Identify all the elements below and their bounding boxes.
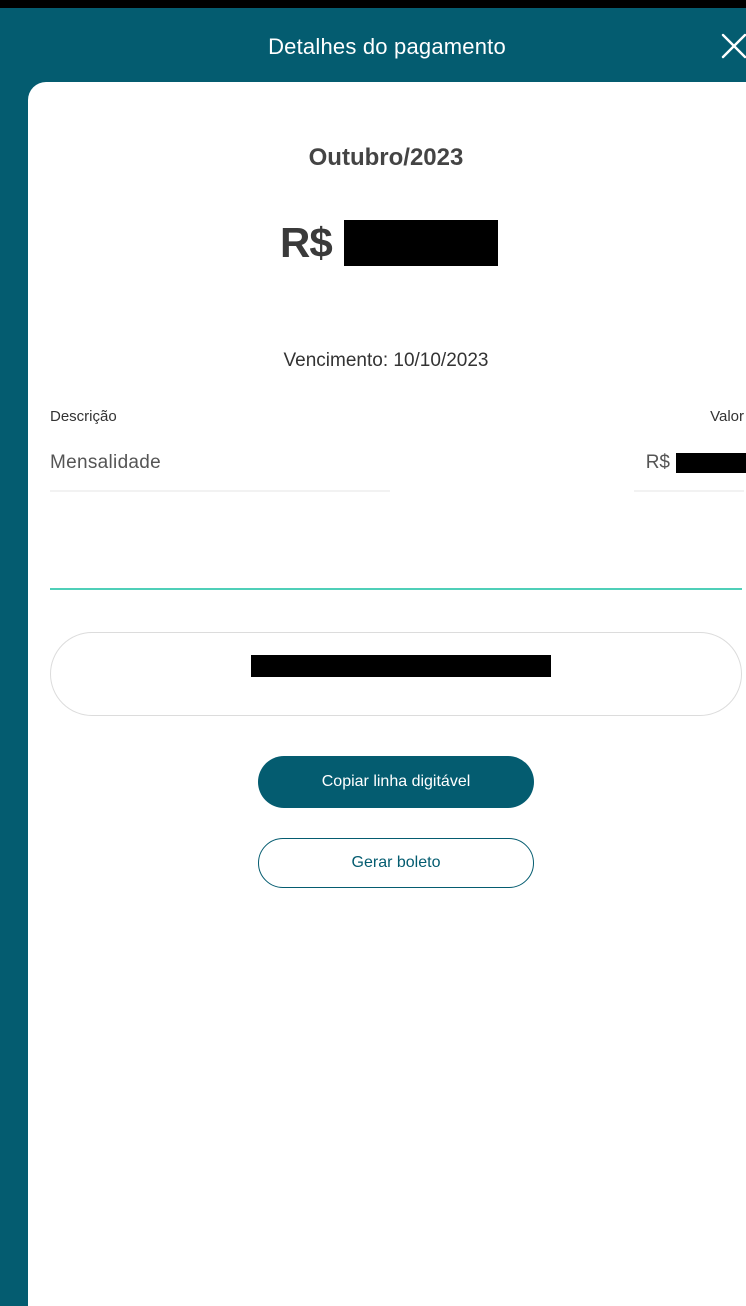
- modal-header: Detalhes do pagamento: [28, 18, 746, 82]
- close-button[interactable]: [716, 28, 746, 64]
- reference-month: Outubro/2023: [308, 144, 464, 171]
- redacted-row-amount: [676, 453, 746, 473]
- app-frame: Detalhes do pagamento Outubro/2023 R$ Ve…: [0, 8, 746, 1306]
- column-header-value: Valor: [710, 408, 744, 425]
- column-header-description: Descrição: [50, 408, 117, 425]
- redacted-amount: [343, 220, 498, 266]
- total-amount: R$: [280, 218, 498, 268]
- currency-symbol: R$: [280, 219, 333, 266]
- redacted-digitable-line: [251, 655, 551, 677]
- due-date: Vencimento: 10/10/2023: [283, 350, 489, 371]
- payment-details-sheet: Outubro/2023 R$ Vencimento: 10/10/2023 D…: [28, 82, 746, 1306]
- close-icon: [721, 33, 746, 59]
- table-row-value: R$: [646, 452, 746, 474]
- faint-separator-right: [634, 490, 744, 492]
- table-row-description: Mensalidade: [50, 452, 162, 473]
- modal-title: Detalhes do pagamento: [268, 34, 506, 59]
- section-divider: [50, 588, 742, 590]
- row-currency-symbol: R$: [645, 452, 670, 473]
- copy-digitable-line-button[interactable]: Copiar linha digitável: [258, 756, 534, 808]
- faint-separator-left: [50, 490, 390, 492]
- digitable-line-field[interactable]: [50, 632, 742, 716]
- generate-boleto-button[interactable]: Gerar boleto: [258, 838, 534, 888]
